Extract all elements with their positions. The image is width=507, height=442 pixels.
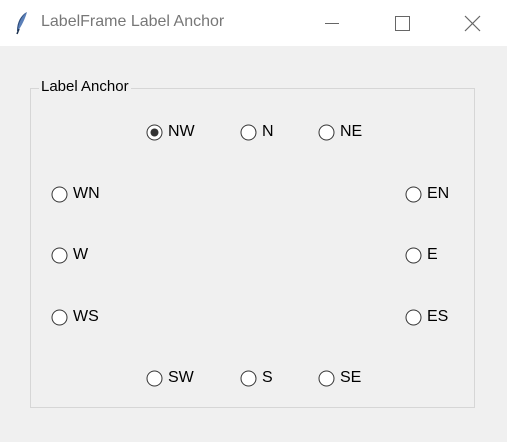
radio-w[interactable]: W <box>51 243 88 267</box>
feather-icon <box>14 11 30 35</box>
radio-label-es: ES <box>427 308 449 325</box>
radio-unchecked-icon <box>240 370 257 387</box>
label-frame-title: Label Anchor <box>39 78 131 95</box>
minimize-icon <box>325 23 339 24</box>
maximize-button[interactable] <box>378 0 424 46</box>
radio-unchecked-icon <box>146 370 163 387</box>
radio-label-en: EN <box>427 185 450 202</box>
radio-e[interactable]: E <box>405 243 438 267</box>
radio-wn[interactable]: WN <box>51 182 100 206</box>
radio-unchecked-icon <box>51 247 68 264</box>
radio-se[interactable]: SE <box>318 366 361 390</box>
radio-label-se: SE <box>340 369 362 386</box>
radio-unchecked-icon <box>51 186 68 203</box>
close-button[interactable] <box>449 0 495 46</box>
radio-unchecked-icon <box>318 370 335 387</box>
radio-ws[interactable]: WS <box>51 305 99 329</box>
window-title: LabelFrame Label Anchor <box>41 13 225 30</box>
radio-unchecked-icon <box>51 309 68 326</box>
radio-unchecked-icon <box>240 124 257 141</box>
radio-label-w: W <box>73 246 89 263</box>
close-icon <box>464 15 481 32</box>
radio-checked-icon <box>146 124 163 141</box>
radio-label-n: N <box>262 123 274 140</box>
maximize-icon <box>395 16 410 31</box>
radio-unchecked-icon <box>405 247 422 264</box>
radio-label-e: E <box>427 246 438 263</box>
radio-en[interactable]: EN <box>405 182 449 206</box>
radio-unchecked-icon <box>318 124 335 141</box>
radio-unchecked-icon <box>405 186 422 203</box>
radio-label-ne: NE <box>340 123 363 140</box>
minimize-button[interactable] <box>308 0 354 46</box>
radio-nw[interactable]: NW <box>146 120 195 144</box>
radio-unchecked-icon <box>405 309 422 326</box>
radio-label-sw: SW <box>168 369 194 386</box>
radio-label-s: S <box>262 369 273 386</box>
radio-n[interactable]: N <box>240 120 274 144</box>
radio-label-ws: WS <box>73 308 99 325</box>
radio-s[interactable]: S <box>240 366 273 390</box>
radio-sw[interactable]: SW <box>146 366 194 390</box>
radio-es[interactable]: ES <box>405 305 448 329</box>
radio-label-wn: WN <box>73 185 100 202</box>
title-bar[interactable]: LabelFrame Label Anchor <box>0 0 507 46</box>
app-window: LabelFrame Label Anchor Label Anchor NW … <box>0 0 507 442</box>
radio-label-nw: NW <box>168 123 195 140</box>
radio-ne[interactable]: NE <box>318 120 362 144</box>
